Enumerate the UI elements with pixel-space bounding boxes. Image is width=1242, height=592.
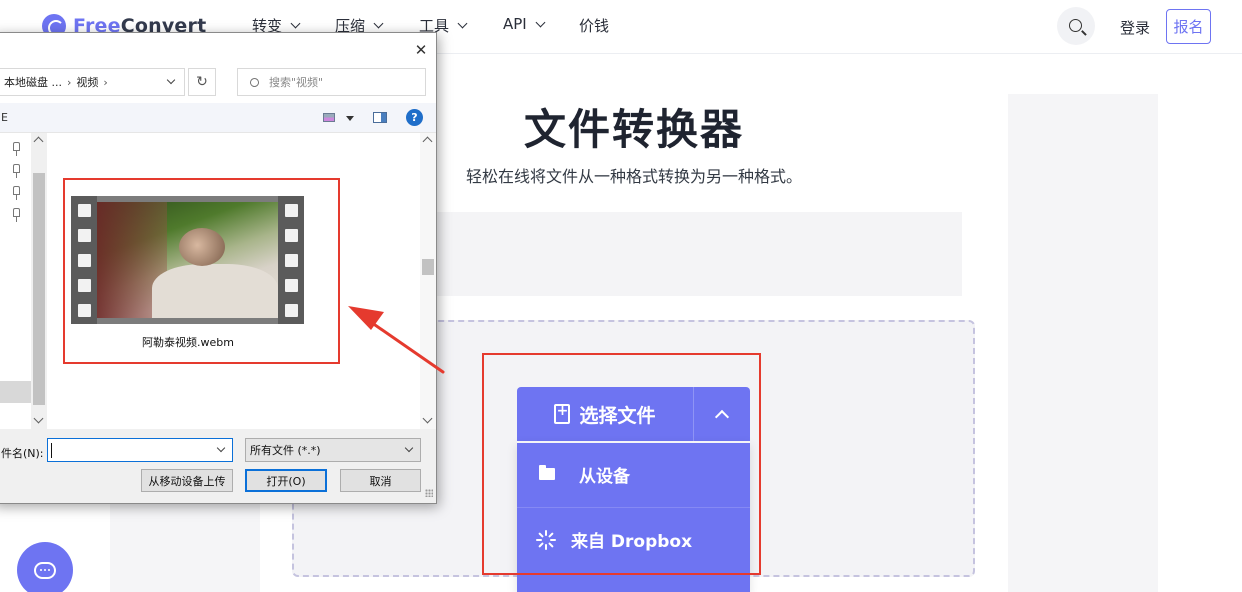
view-options-caret-icon[interactable] — [346, 116, 354, 121]
chat-support-button[interactable] — [17, 542, 73, 592]
breadcrumb-folder[interactable]: 视频 — [76, 74, 98, 90]
chevron-down-icon — [457, 18, 468, 29]
chevron-down-icon — [290, 18, 301, 29]
search-placeholder: 搜索"视频" — [269, 76, 324, 89]
dialog-close-button[interactable]: ✕ — [410, 39, 432, 61]
chevron-down-icon — [373, 18, 384, 29]
change-view-icon[interactable] — [323, 113, 335, 122]
filename-label: 件名(N): — [1, 447, 44, 460]
pin-icon — [13, 186, 20, 200]
command-label-fragment[interactable]: E — [1, 111, 8, 124]
scroll-up-arrow-icon[interactable] — [422, 136, 433, 147]
filetype-select[interactable]: 所有文件 (*.*) — [245, 438, 421, 462]
file-list-scrollbar[interactable] — [420, 133, 436, 429]
address-bar[interactable]: 本地磁盘 ... › 视频 › — [0, 68, 185, 96]
chevron-down-icon — [535, 17, 546, 27]
chevron-down-icon[interactable] — [166, 75, 176, 85]
breadcrumb-drive[interactable]: 本地磁盘 ... — [4, 74, 62, 90]
pin-icon — [13, 164, 20, 178]
search-button[interactable] — [1057, 7, 1095, 45]
filetype-value: 所有文件 (*.*) — [250, 444, 321, 457]
nav-pricing[interactable]: 价钱 — [579, 15, 609, 36]
scroll-up-arrow-icon[interactable] — [33, 136, 44, 147]
breadcrumb-separator: › — [67, 75, 72, 89]
right-ad-column — [1008, 94, 1158, 592]
cancel-button[interactable]: 取消 — [340, 469, 421, 492]
nav-api[interactable]: API — [503, 15, 546, 33]
navigation-scrollbar[interactable] — [31, 133, 47, 429]
dialog-footer: 件名(N): 所有文件 (*.*) 从移动设备上传 打开(O) 取消 — [0, 429, 436, 503]
help-icon[interactable]: ? — [406, 109, 423, 126]
dialog-command-bar: E ? — [0, 103, 436, 133]
scrollbar-thumb[interactable] — [33, 173, 45, 405]
highlight-box-video-file — [63, 178, 340, 364]
chat-icon — [34, 561, 56, 579]
chevron-down-icon — [404, 443, 414, 453]
chevron-down-icon[interactable] — [216, 443, 226, 453]
pin-icon — [13, 208, 20, 222]
close-icon: ✕ — [414, 41, 428, 59]
highlight-box-upload-menu — [482, 353, 761, 575]
text-caret — [51, 443, 52, 458]
resize-grip-icon[interactable] — [425, 489, 433, 497]
scroll-down-arrow-icon[interactable] — [33, 413, 44, 424]
pin-icon — [13, 142, 20, 156]
refresh-button[interactable]: ↻ — [188, 68, 216, 96]
upload-from-mobile-button[interactable]: 从移动设备上传 — [141, 469, 233, 492]
search-icon — [248, 76, 261, 88]
breadcrumb-separator: › — [103, 75, 108, 89]
preview-pane-icon[interactable] — [373, 112, 387, 123]
filename-input[interactable] — [47, 438, 233, 462]
scrollbar-thumb[interactable] — [422, 259, 434, 275]
signup-button[interactable]: 报名 — [1166, 9, 1211, 44]
search-icon — [1068, 18, 1082, 32]
open-button[interactable]: 打开(O) — [245, 469, 327, 492]
folder-search-input[interactable]: 搜索"视频" — [237, 68, 426, 96]
login-link[interactable]: 登录 — [1120, 17, 1150, 38]
scroll-down-arrow-icon[interactable] — [422, 413, 433, 424]
refresh-icon: ↻ — [196, 74, 208, 90]
navigation-selected-row[interactable] — [0, 381, 31, 403]
